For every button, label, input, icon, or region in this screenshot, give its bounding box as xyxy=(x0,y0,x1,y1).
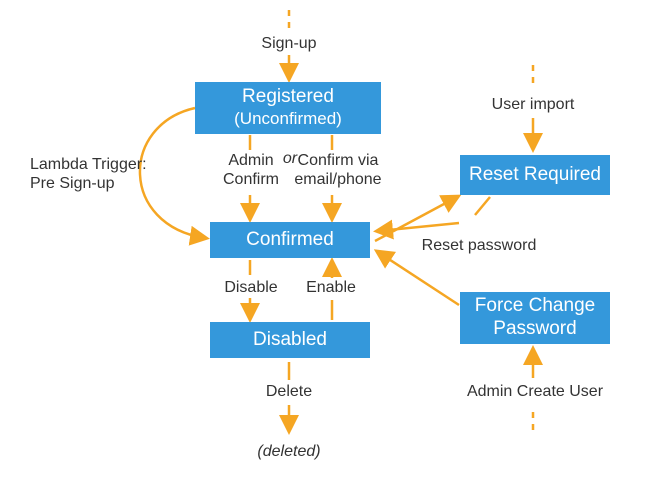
state-force-change-password-label: Force Change Password xyxy=(475,295,595,341)
state-disabled-label: Disabled xyxy=(253,329,327,352)
label-confirm-via: Confirm via email/phone xyxy=(290,151,386,189)
label-deleted: (deleted) xyxy=(252,442,326,461)
state-force-change-password: Force Change Password xyxy=(460,292,610,344)
state-reset-required-label: Reset Required xyxy=(469,164,601,187)
label-disable: Disable xyxy=(220,278,282,297)
label-user-import: User import xyxy=(486,95,580,114)
state-registered-title: Registered xyxy=(242,86,334,109)
label-lambda-trigger: Lambda Trigger: Pre Sign-up xyxy=(30,155,160,193)
label-admin-create-user: Admin Create User xyxy=(460,382,610,401)
label-delete: Delete xyxy=(258,382,320,401)
state-registered: Registered (Unconfirmed) xyxy=(195,82,381,134)
label-signup: Sign-up xyxy=(258,34,320,53)
state-reset-required: Reset Required xyxy=(460,155,610,195)
label-admin-confirm: Admin Confirm xyxy=(220,151,282,189)
state-registered-subtitle: (Unconfirmed) xyxy=(234,109,342,129)
state-confirmed: Confirmed xyxy=(210,222,370,258)
label-reset-password: Reset password xyxy=(414,236,544,255)
state-confirmed-label: Confirmed xyxy=(246,229,334,252)
state-disabled: Disabled xyxy=(210,322,370,358)
label-enable: Enable xyxy=(300,278,362,297)
